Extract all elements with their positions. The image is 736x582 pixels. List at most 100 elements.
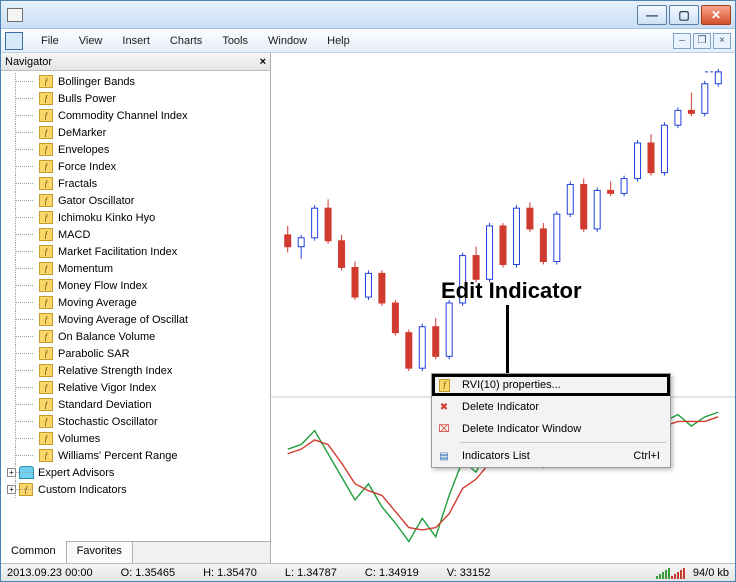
tree-item[interactable]: f Money Flow Index — [1, 277, 270, 294]
content-area: Navigator × fBollinger BandsfBulls Power… — [1, 53, 735, 563]
tree-item[interactable]: fForce Index — [1, 158, 270, 175]
ctx-properties[interactable]: f RVI(10) properties... — [432, 374, 670, 396]
navigator-header[interactable]: Navigator × — [1, 53, 270, 71]
delete-indicator-icon: ✖ — [436, 399, 452, 415]
indicator-icon: f — [39, 143, 53, 156]
ctx-separator — [460, 442, 666, 443]
tree-item-label: Volumes — [58, 433, 100, 445]
menu-insert[interactable]: Insert — [112, 32, 160, 50]
indicator-icon: f — [19, 483, 33, 496]
ctx-delete-indicator[interactable]: ✖ Delete Indicator — [432, 396, 670, 418]
minimize-button[interactable]: — — [637, 5, 667, 25]
tree-item[interactable]: f Parabolic SAR — [1, 345, 270, 362]
tree-item[interactable]: fRelative Strength Index — [1, 362, 270, 379]
connection-bars-icon — [656, 567, 685, 579]
indicator-icon: f — [39, 75, 53, 88]
tree-item-label: Stochastic Oscillator — [58, 416, 158, 428]
menu-tools[interactable]: Tools — [212, 32, 258, 50]
mdi-minimize-button[interactable]: – — [673, 33, 691, 49]
window-icon — [7, 8, 23, 22]
tree-item-label: Parabolic SAR — [58, 348, 130, 360]
tree-item[interactable]: f Momentum — [1, 260, 270, 277]
tree-item[interactable]: fRelative Vigor Index — [1, 379, 270, 396]
statusbar: 2013.09.23 00:00 O: 1.35465 H: 1.35470 L… — [1, 563, 735, 581]
app-window: — ▢ ✕ FileViewInsertChartsToolsWindowHel… — [0, 0, 736, 582]
tree-item[interactable]: f Bulls Power — [1, 90, 270, 107]
indicator-icon: f — [39, 330, 53, 343]
tree-item[interactable]: f Commodity Channel Index — [1, 107, 270, 124]
tree-item[interactable]: fMACD — [1, 226, 270, 243]
tree-item-label: Bulls Power — [58, 93, 116, 105]
tree-item-label: Fractals — [58, 178, 97, 190]
indicator-icon: f — [39, 296, 53, 309]
tree-item[interactable]: f Moving Average — [1, 294, 270, 311]
tree-root-item[interactable]: + Expert Advisors — [1, 464, 270, 481]
maximize-button[interactable]: ▢ — [669, 5, 699, 25]
expand-icon[interactable]: + — [7, 468, 16, 477]
ctx-indicators-list[interactable]: ▤ Indicators List Ctrl+I — [432, 445, 670, 467]
tree-item-label: Commodity Channel Index — [58, 110, 188, 122]
tree-item[interactable]: f Envelopes — [1, 141, 270, 158]
annotation-label: Edit Indicator — [441, 278, 582, 304]
indicator-icon: f — [39, 211, 53, 224]
indicator-icon: f — [39, 313, 53, 326]
tree-item-label: Moving Average — [58, 297, 137, 309]
menu-help[interactable]: Help — [317, 32, 360, 50]
menu-view[interactable]: View — [69, 32, 113, 50]
tree-item-label: Expert Advisors — [38, 467, 114, 479]
tree-item-label: Momentum — [58, 263, 113, 275]
status-low: L: 1.34787 — [285, 567, 337, 579]
indicator-icon: f — [39, 279, 53, 292]
context-menu: f RVI(10) properties... ✖ Delete Indicat… — [431, 373, 671, 468]
expand-icon[interactable]: + — [7, 485, 16, 494]
indicator-icon: f — [39, 381, 53, 394]
indicator-icon: f — [39, 109, 53, 122]
indicator-icon: f — [39, 432, 53, 445]
indicator-icon: f — [39, 398, 53, 411]
tree-item[interactable]: fGator Oscillator — [1, 192, 270, 209]
titlebar[interactable]: — ▢ ✕ — [1, 1, 735, 29]
menu-charts[interactable]: Charts — [160, 32, 212, 50]
ctx-delete-window[interactable]: ⌧ Delete Indicator Window — [432, 418, 670, 440]
indicator-icon: f — [39, 449, 53, 462]
tree-item[interactable]: f Volumes — [1, 430, 270, 447]
indicator-icon: f — [39, 92, 53, 105]
indicator-icon: f — [39, 228, 53, 241]
chart-area[interactable]: Edit Indicator f RVI(10) properties... ✖… — [271, 53, 735, 563]
indicator-icon: f — [39, 262, 53, 275]
tree-item[interactable]: fDeMarker — [1, 124, 270, 141]
tree-item[interactable]: fStochastic Oscillator — [1, 413, 270, 430]
tab-favorites[interactable]: Favorites — [67, 542, 133, 563]
tree-item[interactable]: fStandard Deviation — [1, 396, 270, 413]
delete-window-icon: ⌧ — [436, 421, 452, 437]
tree-item[interactable]: fMoving Average of Oscillat — [1, 311, 270, 328]
navigator-close-icon[interactable]: × — [260, 56, 266, 68]
tree-item[interactable]: fOn Balance Volume — [1, 328, 270, 345]
ctx-delete-window-label: Delete Indicator Window — [462, 423, 581, 435]
indicator-icon: f — [39, 347, 53, 360]
menu-window[interactable]: Window — [258, 32, 317, 50]
tree-item[interactable]: fBollinger Bands — [1, 73, 270, 90]
expert-advisors-icon — [19, 466, 34, 479]
tree-item-label: Money Flow Index — [58, 280, 147, 292]
tree-item[interactable]: f Ichimoku Kinko Hyo — [1, 209, 270, 226]
mdi-close-button[interactable]: × — [713, 33, 731, 49]
tree-item-label: Force Index — [58, 161, 116, 173]
status-close: C: 1.34919 — [365, 567, 419, 579]
chart-canvas[interactable] — [271, 53, 735, 563]
tree-item[interactable]: fFractals — [1, 175, 270, 192]
mdi-restore-button[interactable]: ❐ — [693, 33, 711, 49]
tree-item[interactable]: fMarket Facilitation Index — [1, 243, 270, 260]
indicator-icon: f — [39, 126, 53, 139]
tree-item-label: Envelopes — [58, 144, 109, 156]
ctx-properties-label: RVI(10) properties... — [462, 379, 561, 391]
menu-file[interactable]: File — [31, 32, 69, 50]
navigator-tree[interactable]: fBollinger BandsfBulls PowerfCommodity C… — [1, 71, 270, 541]
close-button[interactable]: ✕ — [701, 5, 731, 25]
tree-item-label: Relative Strength Index — [58, 365, 172, 377]
tab-common[interactable]: Common — [1, 541, 67, 563]
tree-root-item[interactable]: +fCustom Indicators — [1, 481, 270, 498]
tree-item[interactable]: fWilliams' Percent Range — [1, 447, 270, 464]
tree-item-label: Ichimoku Kinko Hyo — [58, 212, 155, 224]
ctx-delete-indicator-label: Delete Indicator — [462, 401, 539, 413]
